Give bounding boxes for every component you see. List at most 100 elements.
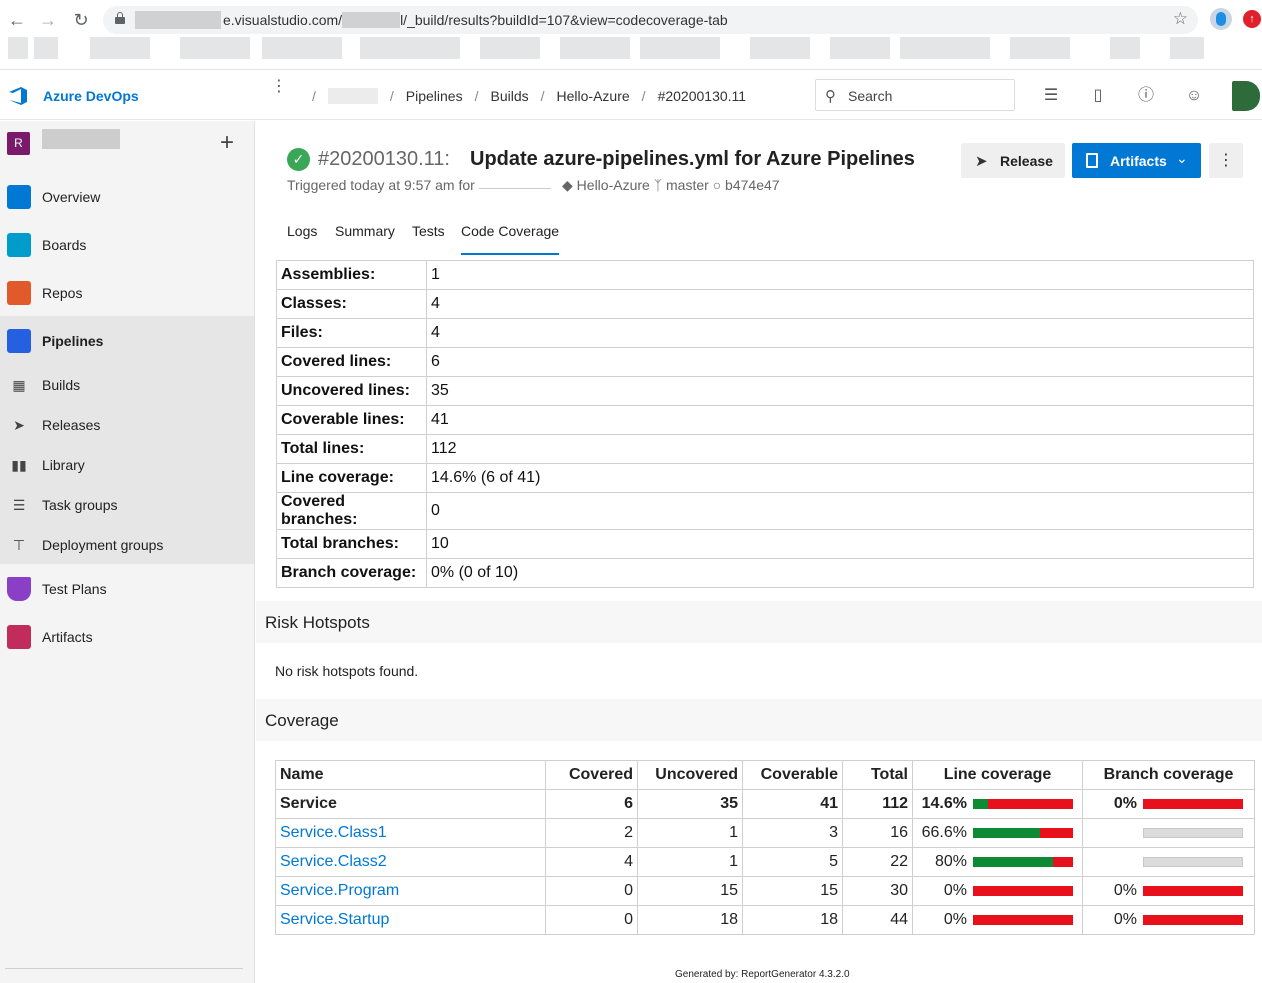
sidebar-item-label: Deployment groups	[42, 537, 164, 553]
sidebar-item-deployment-groups[interactable]: ⊤ Deployment groups	[0, 525, 254, 565]
branch-coverage-percent: 0%	[1113, 882, 1137, 899]
add-icon[interactable]: +	[220, 129, 234, 157]
branch-icon: ᛉ	[653, 177, 663, 193]
column-header[interactable]: Name	[275, 760, 546, 790]
bookmark-star-icon[interactable]: ☆	[1173, 9, 1188, 29]
bookmark[interactable]	[830, 37, 890, 59]
search-icon: ⚲	[825, 88, 836, 105]
bookmark[interactable]	[90, 37, 150, 59]
address-bar[interactable]: e.visualstudio.com/l/_build/results?buil…	[103, 6, 1198, 34]
uncovered-cell: 1	[637, 818, 743, 848]
sidebar-item-releases[interactable]: ➤ Releases	[0, 405, 254, 445]
bookmark[interactable]	[1110, 37, 1140, 59]
class-link[interactable]: Service.Class1	[280, 824, 387, 841]
summary-key: Covered lines:	[276, 347, 427, 377]
coverage-header: Coverage	[256, 699, 1262, 741]
brand-name[interactable]: Azure DevOps	[43, 88, 139, 104]
triggered-text: Triggered today at 9:57 am for	[287, 177, 475, 193]
artifacts-icon	[1086, 153, 1098, 168]
risk-hotspots-header: Risk Hotspots	[256, 601, 1262, 643]
back-icon[interactable]: ←	[6, 9, 28, 31]
summary-row: Classes: 4	[276, 289, 1254, 319]
summary-key: Branch coverage:	[276, 558, 427, 588]
crumb-project-redacted[interactable]	[327, 88, 378, 104]
sidebar-divider	[5, 968, 243, 969]
bookmark[interactable]	[560, 37, 630, 59]
bookmark[interactable]	[640, 37, 720, 59]
sidebar-item-label: Pipelines	[42, 333, 104, 349]
coverage-bar	[1143, 799, 1243, 809]
bookmark[interactable]	[180, 37, 250, 59]
tab-logs[interactable]: Logs	[287, 223, 317, 255]
user-settings-icon[interactable]: ☺	[1184, 86, 1204, 106]
boards-icon	[7, 233, 31, 257]
line-coverage-cell: 0%	[912, 876, 1083, 906]
tab-summary[interactable]: Summary	[335, 223, 395, 255]
extension-icon[interactable]	[1210, 8, 1232, 30]
extension-alert-icon[interactable]: ↑	[1243, 10, 1261, 28]
bookmark[interactable]	[480, 37, 540, 59]
column-header[interactable]: Total	[842, 760, 913, 790]
project-badge[interactable]: R	[7, 132, 30, 155]
bookmark[interactable]	[900, 37, 960, 59]
work-items-icon[interactable]: ☰	[1041, 86, 1061, 106]
more-actions-button[interactable]: ⋮	[1209, 143, 1243, 178]
marketplace-bag-icon[interactable]: ▯	[1088, 86, 1108, 106]
sidebar-item-test-plans[interactable]: Test Plans	[0, 569, 254, 609]
bookmark[interactable]	[262, 37, 342, 59]
bookmark[interactable]	[34, 37, 58, 59]
column-header[interactable]: Branch coverage	[1082, 760, 1255, 790]
coverage-bar	[973, 799, 1073, 809]
project-name-redacted[interactable]	[42, 129, 120, 149]
sidebar-item-overview[interactable]: Overview	[0, 177, 254, 217]
bookmark[interactable]	[8, 37, 28, 59]
help-icon[interactable]: ⓘ	[1136, 86, 1156, 106]
url-text: e.visualstudio.com/l/_build/results?buil…	[223, 12, 728, 28]
sidebar-item-artifacts[interactable]: Artifacts	[0, 617, 254, 657]
bookmark[interactable]	[1170, 37, 1204, 59]
rocket-icon: ➤	[975, 153, 988, 170]
avatar[interactable]	[1232, 81, 1260, 111]
deployment-groups-icon: ⊤	[12, 537, 26, 553]
class-link[interactable]: Service.Class2	[280, 853, 387, 870]
sidebar-item-builds[interactable]: ▦ Builds	[0, 365, 254, 405]
crumb-builds[interactable]: Builds	[491, 88, 529, 104]
line-coverage-cell: 14.6%	[912, 789, 1083, 819]
success-check-icon: ✓	[287, 148, 310, 171]
commit-id[interactable]: b474e47	[725, 177, 780, 193]
search-box[interactable]: ⚲ Search	[815, 79, 1015, 111]
tab-code-coverage[interactable]: Code Coverage	[461, 223, 560, 255]
artifacts-button[interactable]: Artifacts ⌄	[1072, 143, 1201, 178]
sidebar-item-pipelines[interactable]: Pipelines	[0, 321, 254, 361]
bookmark[interactable]	[360, 37, 460, 59]
sidebar-item-library[interactable]: ▮▮ Library	[0, 445, 254, 485]
summary-value: 4	[426, 289, 1254, 319]
reload-icon[interactable]: ↻	[70, 9, 92, 31]
bookmark[interactable]	[1010, 37, 1070, 59]
repo-name[interactable]: Hello-Azure	[577, 177, 650, 193]
crumb-pipelines[interactable]: Pipelines	[406, 88, 463, 104]
crumb-build-number[interactable]: #20200130.11	[658, 88, 747, 104]
more-vertical-icon[interactable]: ⋮	[271, 79, 287, 95]
class-link[interactable]: Service.Program	[280, 882, 399, 899]
crumb-definition[interactable]: Hello-Azure	[557, 88, 630, 104]
branch-coverage-percent: 0%	[1113, 911, 1137, 928]
generated-by-footer: Generated by: ReportGenerator 4.3.2.0	[675, 969, 850, 980]
sidebar-item-repos[interactable]: Repos	[0, 273, 254, 313]
class-link[interactable]: Service.Startup	[280, 911, 389, 928]
column-header[interactable]: Line coverage	[912, 760, 1083, 790]
column-header[interactable]: Covered	[545, 760, 638, 790]
bookmark[interactable]	[960, 37, 990, 59]
azure-devops-logo-icon[interactable]	[8, 86, 32, 106]
branch-name[interactable]: master	[666, 177, 709, 193]
column-header[interactable]: Coverable	[742, 760, 843, 790]
bookmark[interactable]	[750, 37, 810, 59]
forward-icon[interactable]: →	[37, 9, 59, 31]
release-button[interactable]: ➤ Release	[961, 143, 1065, 178]
covered-cell: 2	[545, 818, 638, 848]
tab-tests[interactable]: Tests	[412, 223, 445, 255]
sidebar-item-task-groups[interactable]: ☰ Task groups	[0, 485, 254, 525]
summary-row: Covered branches: 0	[276, 492, 1254, 530]
sidebar-item-boards[interactable]: Boards	[0, 225, 254, 265]
column-header[interactable]: Uncovered	[637, 760, 743, 790]
